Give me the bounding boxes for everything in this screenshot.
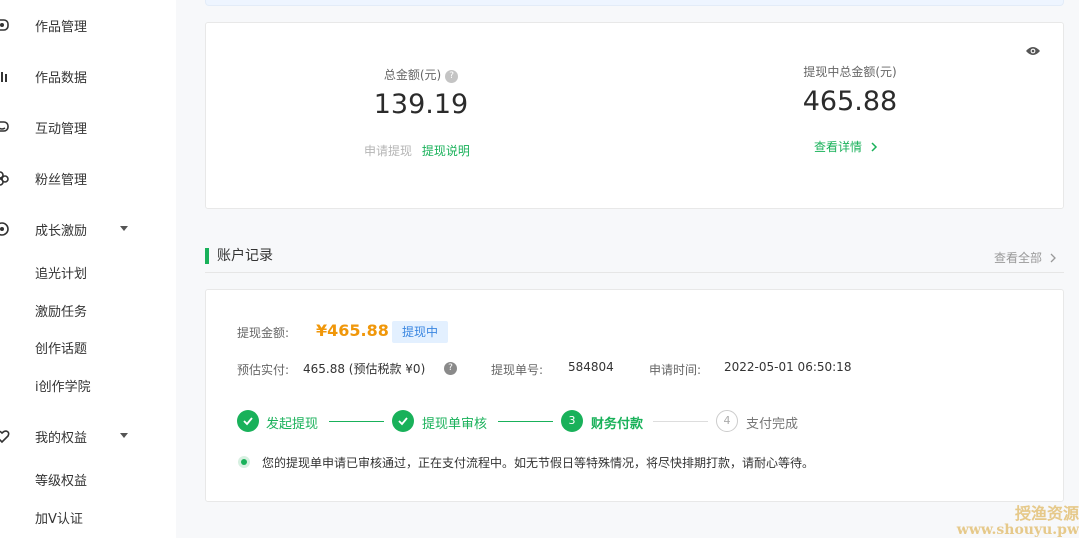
status-dot-icon [238, 456, 250, 468]
sidebar-item-label: 成长激励 [35, 224, 88, 239]
pending-amount-label: 提现中总金额(元) [803, 65, 897, 79]
balance-summary-card: 总金额(元)? 139.19 申请提现 提现说明 提现中总金额(元) 465.8… [205, 22, 1064, 209]
eye-icon[interactable] [1025, 45, 1041, 57]
step-4-label: 支付完成 [746, 417, 799, 432]
chat-icon [0, 121, 9, 132]
step-2-check-icon [392, 410, 414, 432]
sidebar-item-label: 互动管理 [35, 122, 88, 137]
withdraw-record-card: 提现金额: ¥465.88 提现中 预估实付: 465.88 (预估税款 ¥0)… [205, 289, 1064, 502]
growth-icon [0, 222, 9, 236]
step-connector [653, 421, 708, 422]
step-1-label: 发起提现 [266, 417, 319, 432]
top-banner [205, 0, 1064, 6]
sidebar-subitem-2[interactable]: 激励任务 [35, 301, 87, 320]
step-3-number: 3 [561, 410, 583, 432]
section-divider [205, 272, 1064, 273]
status-badge: 提现中 [392, 321, 449, 343]
bar-chart-icon [1, 72, 7, 82]
view-detail-text: 查看详情 [814, 140, 863, 154]
pending-amount-block: 提现中总金额(元) 465.88 [770, 63, 930, 117]
step-1-check-icon [237, 410, 259, 432]
total-amount-label-text: 总金额(元) [383, 68, 442, 82]
chevron-right-icon [871, 142, 877, 152]
sidebar-item-rights[interactable]: 我的权益 [0, 425, 176, 447]
apply-time-value: 2022-05-01 06:50:18 [724, 360, 852, 374]
step-2-label: 提现单审核 [422, 417, 488, 432]
sidebar-item-works[interactable]: 作品管理 [0, 14, 176, 36]
caret-down-icon [120, 433, 128, 438]
sidebar-item-label: 我的权益 [35, 431, 88, 446]
withdraw-actions: 申请提现 提现说明 [364, 142, 470, 159]
amount-value: ¥465.88 [316, 321, 389, 340]
sidebar-item-fans[interactable]: 粉丝管理 [0, 167, 176, 189]
sidebar-item-label: 粉丝管理 [35, 173, 88, 188]
help-icon[interactable]: ? [444, 362, 457, 375]
order-no-value: 584804 [568, 360, 614, 374]
eye-frame-icon [0, 19, 9, 31]
amount-label: 提现金额: [237, 326, 290, 340]
watermark-line-1: 授渔资源 [1014, 504, 1079, 524]
sidebar: 作品管理 作品数据 互动管理 粉丝管理 成长激励 追光计划 激励任务 创作话题 … [0, 0, 176, 538]
view-all-link[interactable]: 查看全部 [994, 249, 1057, 266]
watermark: 授渔资源 www.shouyu.pw [957, 505, 1079, 538]
help-icon[interactable]: ? [445, 70, 459, 83]
heart-shield-icon [0, 430, 10, 444]
step-connector [329, 421, 384, 422]
sidebar-subitem-3[interactable]: 创作话题 [35, 338, 87, 357]
sidebar-subitem-6[interactable]: 加V认证 [35, 508, 83, 527]
sidebar-subitem-1[interactable]: 追光计划 [35, 263, 87, 282]
apply-time-label: 申请时间: [649, 363, 702, 377]
withdraw-help-link[interactable]: 提现说明 [422, 144, 470, 158]
view-all-text: 查看全部 [994, 251, 1043, 265]
users-icon [0, 171, 9, 186]
caret-down-icon [120, 226, 128, 231]
watermark-line-2: www.shouyu.pw [956, 521, 1079, 538]
sidebar-subitem-5[interactable]: 等级权益 [35, 470, 87, 489]
sidebar-subitem-4[interactable]: i创作学院 [35, 376, 91, 395]
pending-amount-value: 465.88 [802, 86, 898, 117]
total-amount-block: 总金额(元)? 139.19 [346, 66, 496, 120]
status-notice: 您的提现单申请已审核通过，正在支付流程中。如无节假日等特殊情况，将尽快排期打款，… [262, 456, 815, 470]
section-title: 账户记录 [205, 246, 273, 266]
order-no-label: 提现单号: [491, 363, 544, 377]
sidebar-item-data[interactable]: 作品数据 [0, 65, 176, 87]
sidebar-item-interaction[interactable]: 互动管理 [0, 116, 176, 138]
sidebar-item-label: 作品管理 [35, 20, 88, 35]
sidebar-item-growth[interactable]: 成长激励 [0, 218, 176, 240]
chevron-right-icon [1050, 253, 1056, 263]
step-connector [498, 421, 553, 422]
step-4-number: 4 [716, 410, 738, 432]
sidebar-item-label: 作品数据 [35, 71, 88, 86]
total-amount-value: 139.19 [373, 89, 469, 120]
estimated-value: 465.88 (预估税款 ¥0) [303, 362, 426, 376]
total-amount-label: 总金额(元)? [346, 66, 496, 83]
estimated-label: 预估实付: [237, 363, 290, 377]
view-detail-link[interactable]: 查看详情 [814, 138, 878, 155]
step-3-label: 财务付款 [591, 417, 644, 432]
apply-withdraw-link[interactable]: 申请提现 [364, 144, 412, 158]
